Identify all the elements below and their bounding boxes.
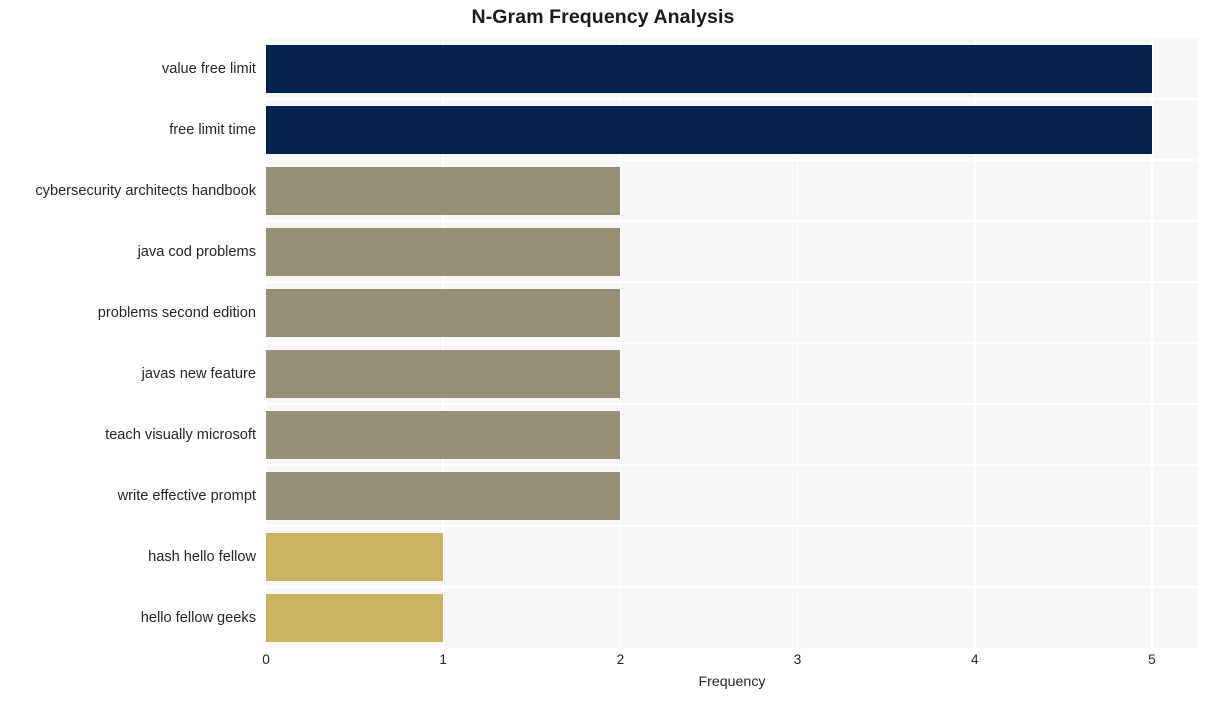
y-axis-label: value free limit [161, 60, 256, 77]
x-axis-title: Frequency [698, 674, 766, 690]
bar[interactable] [266, 349, 621, 398]
plot-area [265, 38, 1198, 648]
bar[interactable] [266, 288, 621, 337]
x-axis-tick-label: 2 [616, 652, 625, 667]
bar[interactable] [266, 471, 621, 520]
y-axis-label: javas new feature [141, 365, 256, 382]
y-axis-category-labels: value free limit free limit time cybersecu… [0, 38, 256, 648]
x-axis-tick-labels: 0 1 2 3 4 5 [0, 652, 1206, 676]
bar[interactable] [266, 410, 621, 459]
gridline-horizontal [266, 464, 1198, 466]
gridline-horizontal [266, 342, 1198, 344]
x-axis-tick-label: 3 [793, 652, 802, 667]
y-axis-label: problems second edition [97, 304, 256, 321]
chart-title: N-Gram Frequency Analysis [471, 6, 735, 28]
y-axis-label: hello fellow geeks [140, 609, 256, 626]
bar[interactable] [266, 532, 444, 581]
bar[interactable] [266, 166, 621, 215]
y-axis-label: java cod problems [137, 243, 256, 260]
gridline-horizontal [266, 220, 1198, 222]
gridline-horizontal [266, 403, 1198, 405]
ngram-frequency-chart: N-Gram Frequency Analysis value free lim… [0, 0, 1206, 701]
gridline-horizontal [266, 586, 1198, 588]
gridline-horizontal [266, 98, 1198, 100]
y-axis-label: write effective prompt [117, 487, 256, 504]
x-axis-tick-label: 5 [1148, 652, 1156, 667]
bar[interactable] [266, 44, 1152, 93]
gridline-horizontal [266, 525, 1198, 527]
x-axis-tick-label: 1 [439, 652, 447, 667]
gridline-horizontal [266, 159, 1198, 161]
x-axis-tick-label: 0 [262, 652, 270, 667]
x-axis-tick-label: 4 [970, 652, 979, 667]
y-axis-label: hash hello fellow [148, 548, 256, 565]
y-axis-label: teach visually microsoft [105, 426, 256, 443]
y-axis-label: free limit time [169, 121, 256, 138]
y-axis-label: cybersecurity architects handbook [35, 182, 256, 199]
gridline-horizontal [266, 281, 1198, 283]
bar[interactable] [266, 227, 621, 276]
bar[interactable] [266, 105, 1152, 154]
bar[interactable] [266, 593, 444, 642]
